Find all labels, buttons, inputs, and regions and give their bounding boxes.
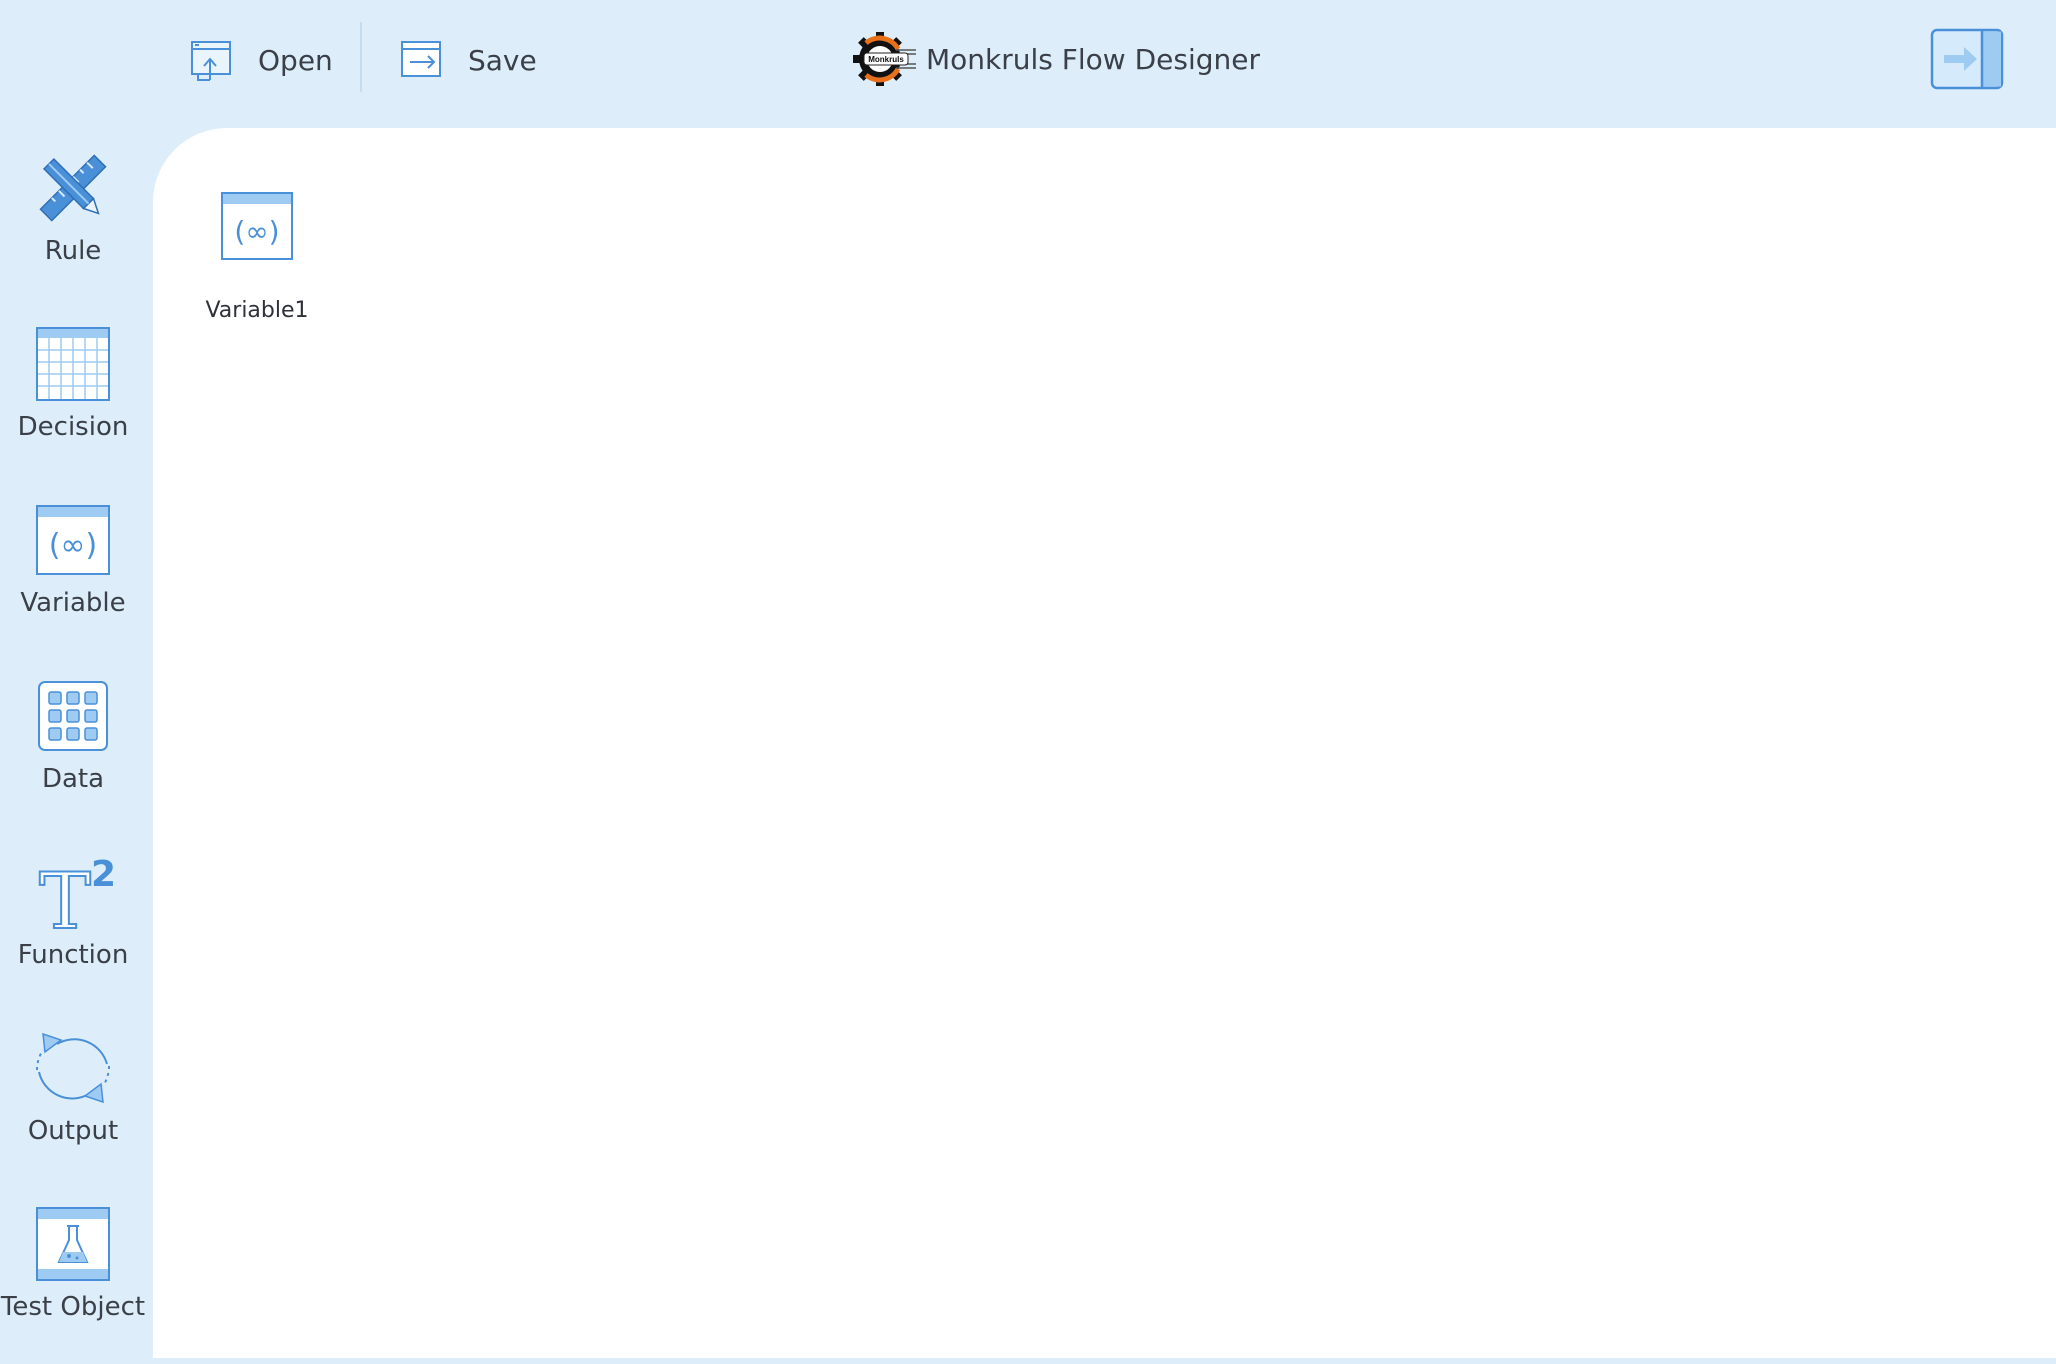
tool-decision[interactable]: Decision (0, 324, 146, 484)
svg-text:(∞): (∞) (234, 215, 279, 248)
variable-icon: (∞) (221, 192, 293, 260)
app-brand: Monkruls Monkruls Flow Designer (852, 30, 1260, 88)
canvas-node-label: Variable1 (205, 298, 309, 323)
tool-variable-label: Variable (20, 588, 126, 618)
cycle-arrows-icon (35, 1032, 111, 1104)
tool-data-label: Data (41, 764, 105, 794)
tool-output[interactable]: Output (0, 1028, 146, 1188)
svg-text:T: T (39, 857, 91, 932)
monkruls-logo-icon: Monkruls (853, 32, 916, 86)
open-label: Open (258, 43, 333, 77)
save-file-icon (401, 41, 441, 77)
flask-icon (36, 1207, 110, 1281)
tool-function-label: Function (17, 940, 129, 970)
open-file-icon (191, 41, 231, 81)
tool-data[interactable]: Data (0, 676, 146, 836)
toolbar-divider (360, 22, 362, 92)
tool-function[interactable]: T 2 Function (0, 852, 146, 1012)
exit-button[interactable] (1930, 28, 2004, 90)
canvas-node-variable1[interactable]: (∞) Variable1 (197, 190, 317, 323)
save-button[interactable]: Save (400, 22, 537, 98)
tool-output-label: Output (27, 1116, 119, 1146)
design-canvas[interactable]: (∞) Variable1 (153, 128, 2056, 1358)
tool-rule-label: Rule (44, 236, 102, 266)
tool-test-object-label: Test Object (0, 1292, 146, 1322)
open-button[interactable]: Open (190, 22, 333, 98)
function-t2-icon: T 2 (38, 854, 113, 932)
tool-rule[interactable]: Rule (0, 148, 146, 308)
ruler-pencil-icon (39, 154, 107, 222)
top-toolbar: Open Save Monkruls Monkruls Flow Designe… (0, 0, 2056, 128)
tool-decision-label: Decision (17, 412, 129, 442)
variable-icon: (∞) (36, 505, 110, 575)
logo-text: Monkruls (868, 55, 904, 64)
grid-table-icon (36, 327, 110, 401)
tool-test-object[interactable]: Test Object (0, 1204, 146, 1364)
save-label: Save (468, 43, 537, 77)
app-title: Monkruls Flow Designer (926, 42, 1261, 76)
tool-variable[interactable]: (∞) Variable (0, 500, 146, 660)
exit-arrow-icon (1930, 28, 2004, 90)
tool-palette: Rule Decision (∞) Variable Data T 2 Func… (0, 128, 152, 1358)
svg-text:2: 2 (91, 854, 113, 895)
svg-text:(∞): (∞) (49, 528, 97, 563)
data-dots-icon (38, 681, 108, 751)
